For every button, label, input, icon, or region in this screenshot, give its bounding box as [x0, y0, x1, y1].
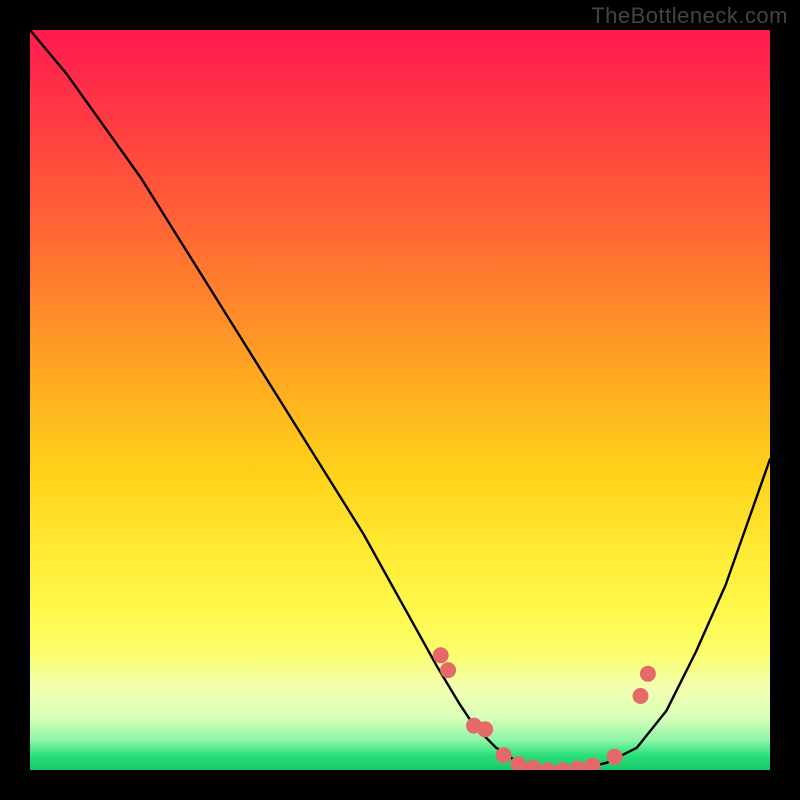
highlight-dot	[607, 749, 623, 765]
watermark-label: TheBottleneck.com	[591, 3, 788, 29]
highlight-dot	[633, 688, 649, 704]
highlight-dot	[496, 747, 512, 763]
highlight-dot	[540, 762, 556, 770]
highlight-dot	[477, 721, 493, 737]
highlight-dot	[640, 666, 656, 682]
chart-frame: TheBottleneck.com	[0, 0, 800, 800]
plot-area	[30, 30, 770, 770]
bottleneck-curve	[30, 30, 770, 770]
chart-svg	[30, 30, 770, 770]
highlight-dot	[440, 662, 456, 678]
highlight-dot	[525, 760, 541, 770]
highlight-dots-group	[433, 647, 656, 770]
highlight-dot	[570, 761, 586, 770]
highlight-dot	[555, 762, 571, 770]
highlight-dot	[584, 758, 600, 770]
highlight-dot	[433, 647, 449, 663]
